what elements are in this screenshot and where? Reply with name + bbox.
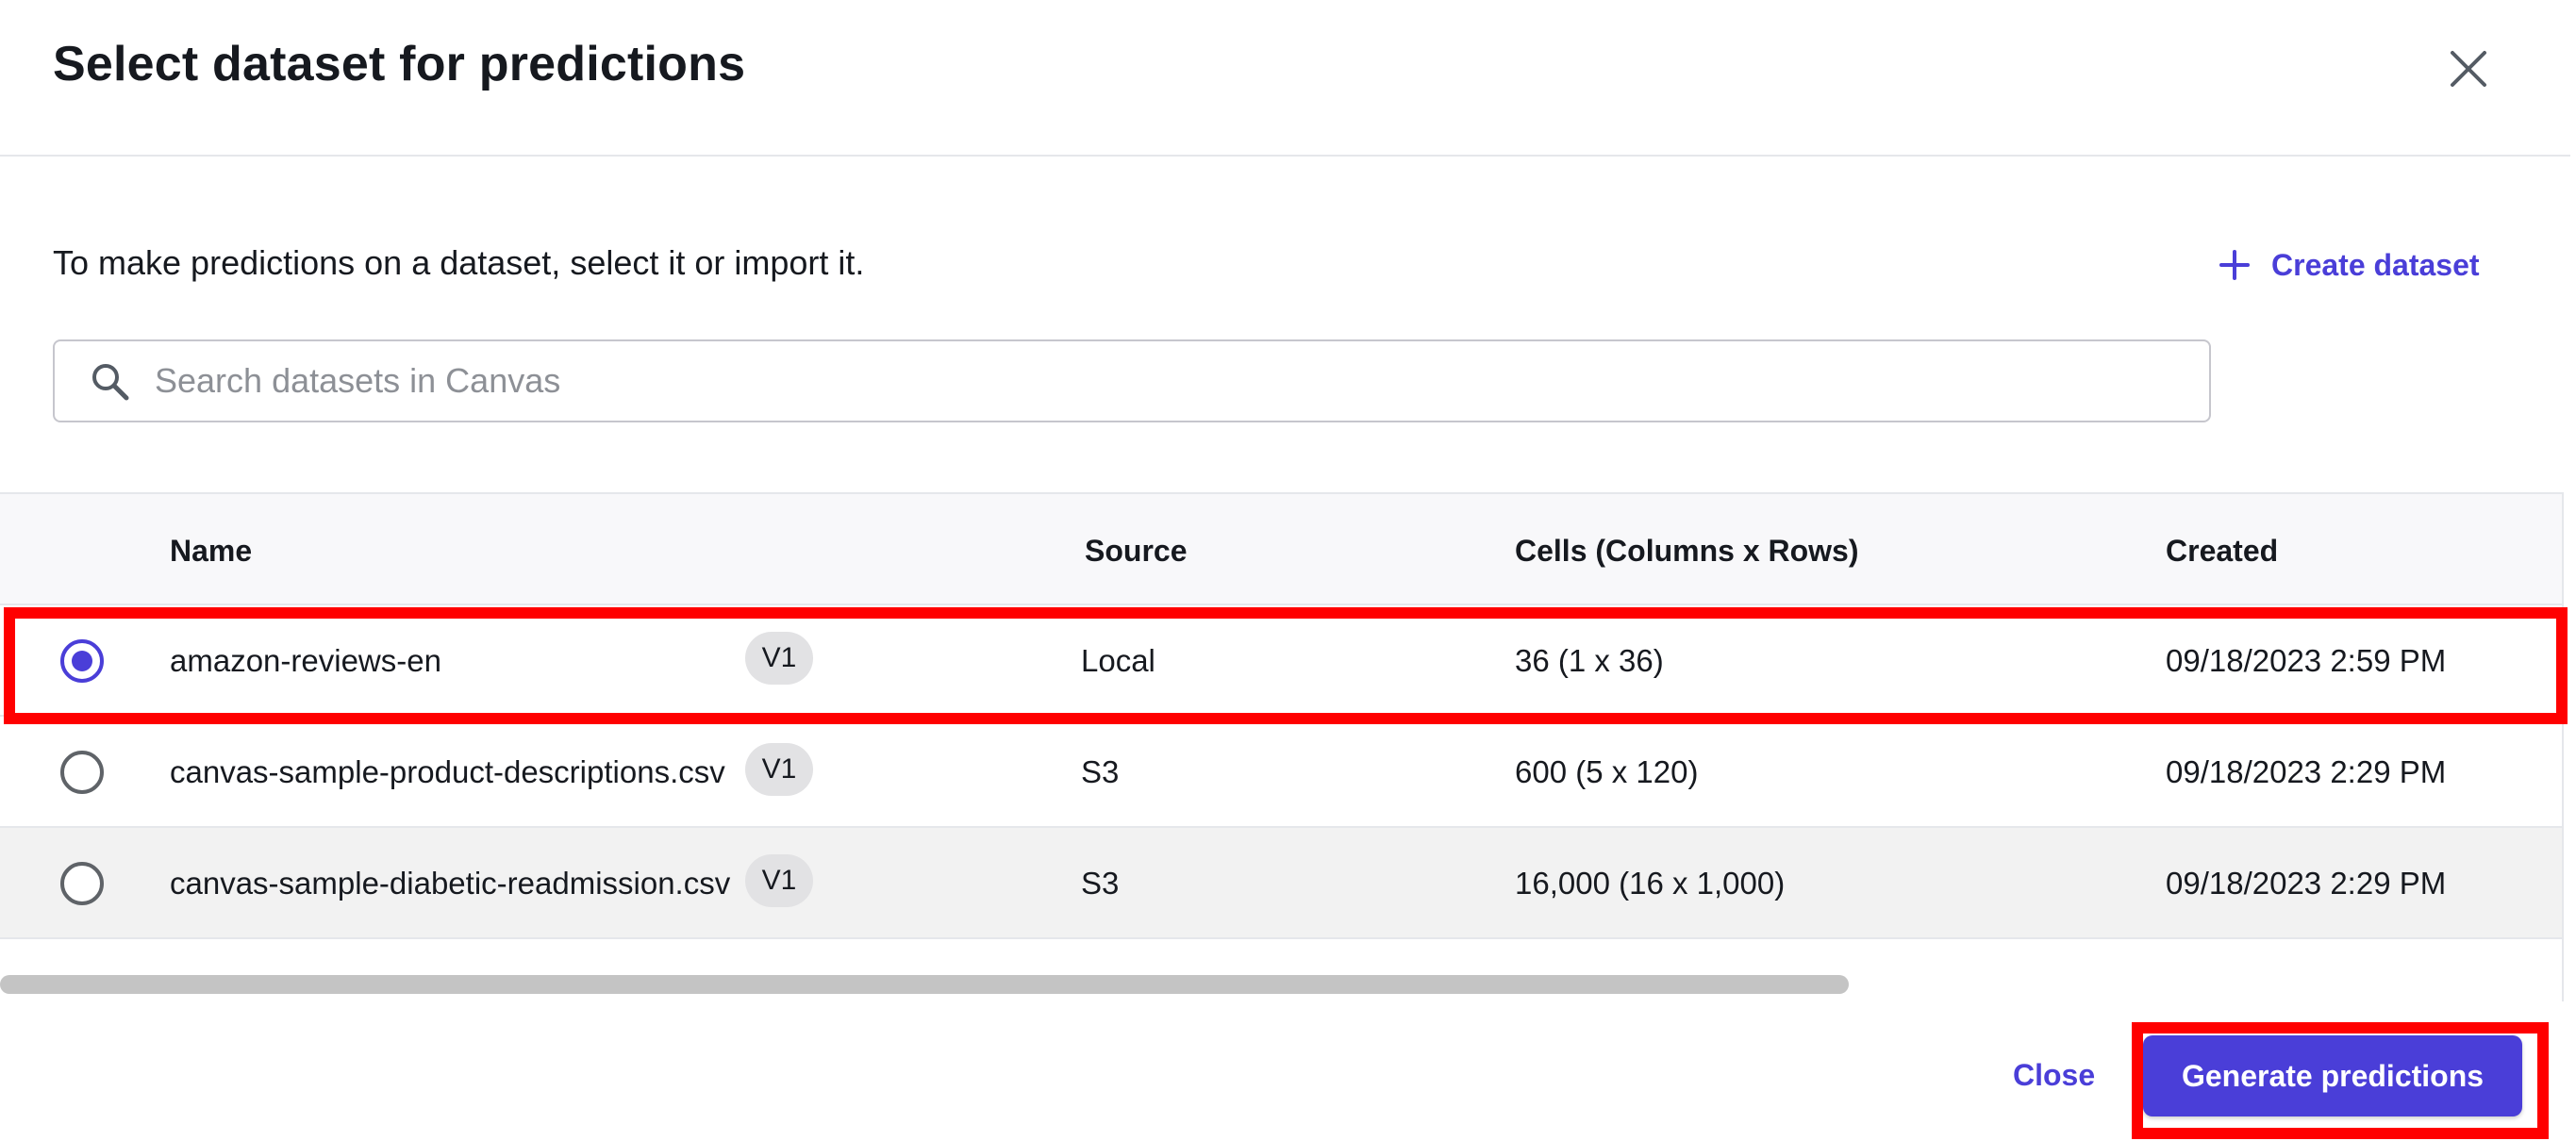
dataset-created: 09/18/2023 2:59 PM [2166,643,2447,678]
dataset-source: S3 [1081,754,1120,789]
create-dataset-button[interactable]: Create dataset [2219,241,2480,289]
datasets-table: Name Source Cells (Columns x Rows) Creat… [0,492,2564,1001]
row-radio[interactable] [60,862,104,905]
dataset-cells: 16,000 (16 x 1,000) [1515,866,1786,901]
column-header-cells[interactable]: Cells (Columns x Rows) [1515,534,1859,569]
column-header-name[interactable]: Name [170,534,252,569]
column-header-created[interactable]: Created [2166,534,2278,569]
version-badge: V1 [745,743,813,796]
search-icon [92,364,129,401]
dataset-source: Local [1081,643,1155,678]
create-dataset-label: Create dataset [2271,247,2480,282]
dataset-cells: 600 (5 x 120) [1515,754,1699,789]
dataset-created: 09/18/2023 2:29 PM [2166,866,2447,901]
close-icon[interactable] [2443,43,2494,94]
table-row[interactable]: canvas-sample-diabetic-readmission.csv V… [0,828,2562,939]
dataset-cells: 36 (1 x 36) [1515,643,1664,678]
intro-text: To make predictions on a dataset, select… [53,243,865,282]
table-row[interactable]: amazon-reviews-en V1 Local 36 (1 x 36) 0… [0,605,2562,717]
row-radio[interactable] [60,751,104,794]
version-badge: V1 [745,632,813,685]
horizontal-scrollbar[interactable] [0,975,1849,994]
dataset-name: canvas-sample-product-descriptions.csv [170,754,725,789]
close-button[interactable]: Close [2013,1058,2095,1093]
column-header-source[interactable]: Source [1085,534,1187,569]
version-badge: V1 [745,854,813,907]
plus-icon [2219,250,2250,280]
table-header: Name Source Cells (Columns x Rows) Creat… [0,494,2562,605]
dialog-header: Select dataset for predictions [0,0,2570,157]
dataset-name: canvas-sample-diabetic-readmission.csv [170,866,731,901]
generate-predictions-button[interactable]: Generate predictions [2143,1035,2522,1116]
select-dataset-dialog: Select dataset for predictions To make p… [0,0,2576,1141]
search-box[interactable] [53,339,2211,422]
dataset-name: amazon-reviews-en [170,643,441,678]
table-row[interactable]: canvas-sample-product-descriptions.csv V… [0,717,2562,828]
dataset-created: 09/18/2023 2:29 PM [2166,754,2447,789]
row-radio-selected[interactable] [60,639,104,683]
dataset-source: S3 [1081,866,1120,901]
search-input[interactable] [153,360,2137,402]
dialog-title: Select dataset for predictions [53,37,746,91]
